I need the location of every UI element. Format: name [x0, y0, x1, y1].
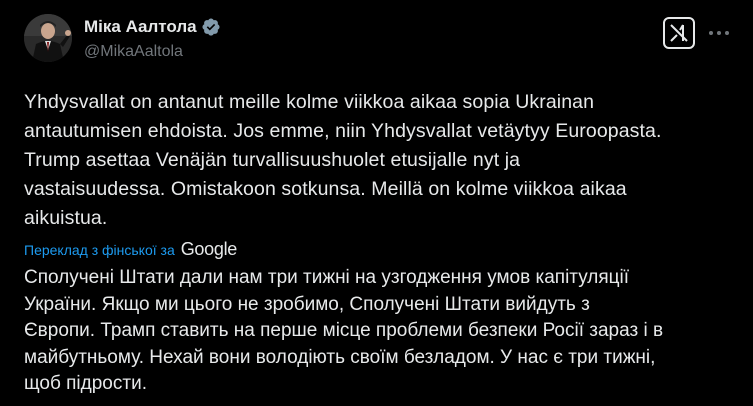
translation-attribution[interactable]: Переклад з фінської за Google: [24, 239, 237, 260]
translated-line: Сполучені Штати дали нам три тижні на уз…: [24, 267, 630, 288]
name-row: Міка Аалтола: [84, 15, 221, 39]
google-logo: Google: [180, 239, 238, 259]
avatar[interactable]: [24, 14, 72, 62]
tweet-text-line: aikuistua.: [24, 207, 108, 229]
translated-line: України. Якщо ми цього не зробимо, Сполу…: [24, 293, 590, 315]
verified-badge-icon[interactable]: [201, 17, 221, 37]
author-handle[interactable]: @MikaAaltola: [84, 43, 221, 61]
translated-line: майбутньому. Нехай вони володіють своїм …: [24, 346, 656, 368]
translated-line: щоб підрости.: [24, 373, 147, 394]
tweet-text-line: Yhdysvallat on antanut meille kolme viik…: [24, 91, 595, 113]
tweet-card: Міка Аалтола @MikaAaltola Yhdysvallat on…: [0, 0, 753, 406]
grok-icon[interactable]: [663, 17, 695, 49]
tweet-text-original: Yhdysvallat on antanut meille kolme viik…: [24, 88, 736, 233]
tweet-header: Міка Аалтола @MikaAaltola: [84, 15, 221, 61]
more-options-icon[interactable]: [706, 22, 732, 44]
translated-line: Європи. Трамп ставить на перше місце про…: [24, 320, 664, 341]
tweet-text-translated: Сполучені Штати дали нам три тижні на уз…: [24, 265, 744, 398]
tweet-text-line: antautumisen ehdoista. Jos emme, niin Yh…: [24, 120, 662, 142]
tweet-text-line: vastaisuudessa. Omistakoon sotkunsa. Mei…: [24, 178, 627, 200]
tweet-text-line: Trump asettaa Venäjän turvallisuushuolet…: [24, 149, 521, 171]
author-name[interactable]: Міка Аалтола: [84, 17, 197, 37]
translate-label[interactable]: Переклад з фінської за: [24, 242, 175, 258]
